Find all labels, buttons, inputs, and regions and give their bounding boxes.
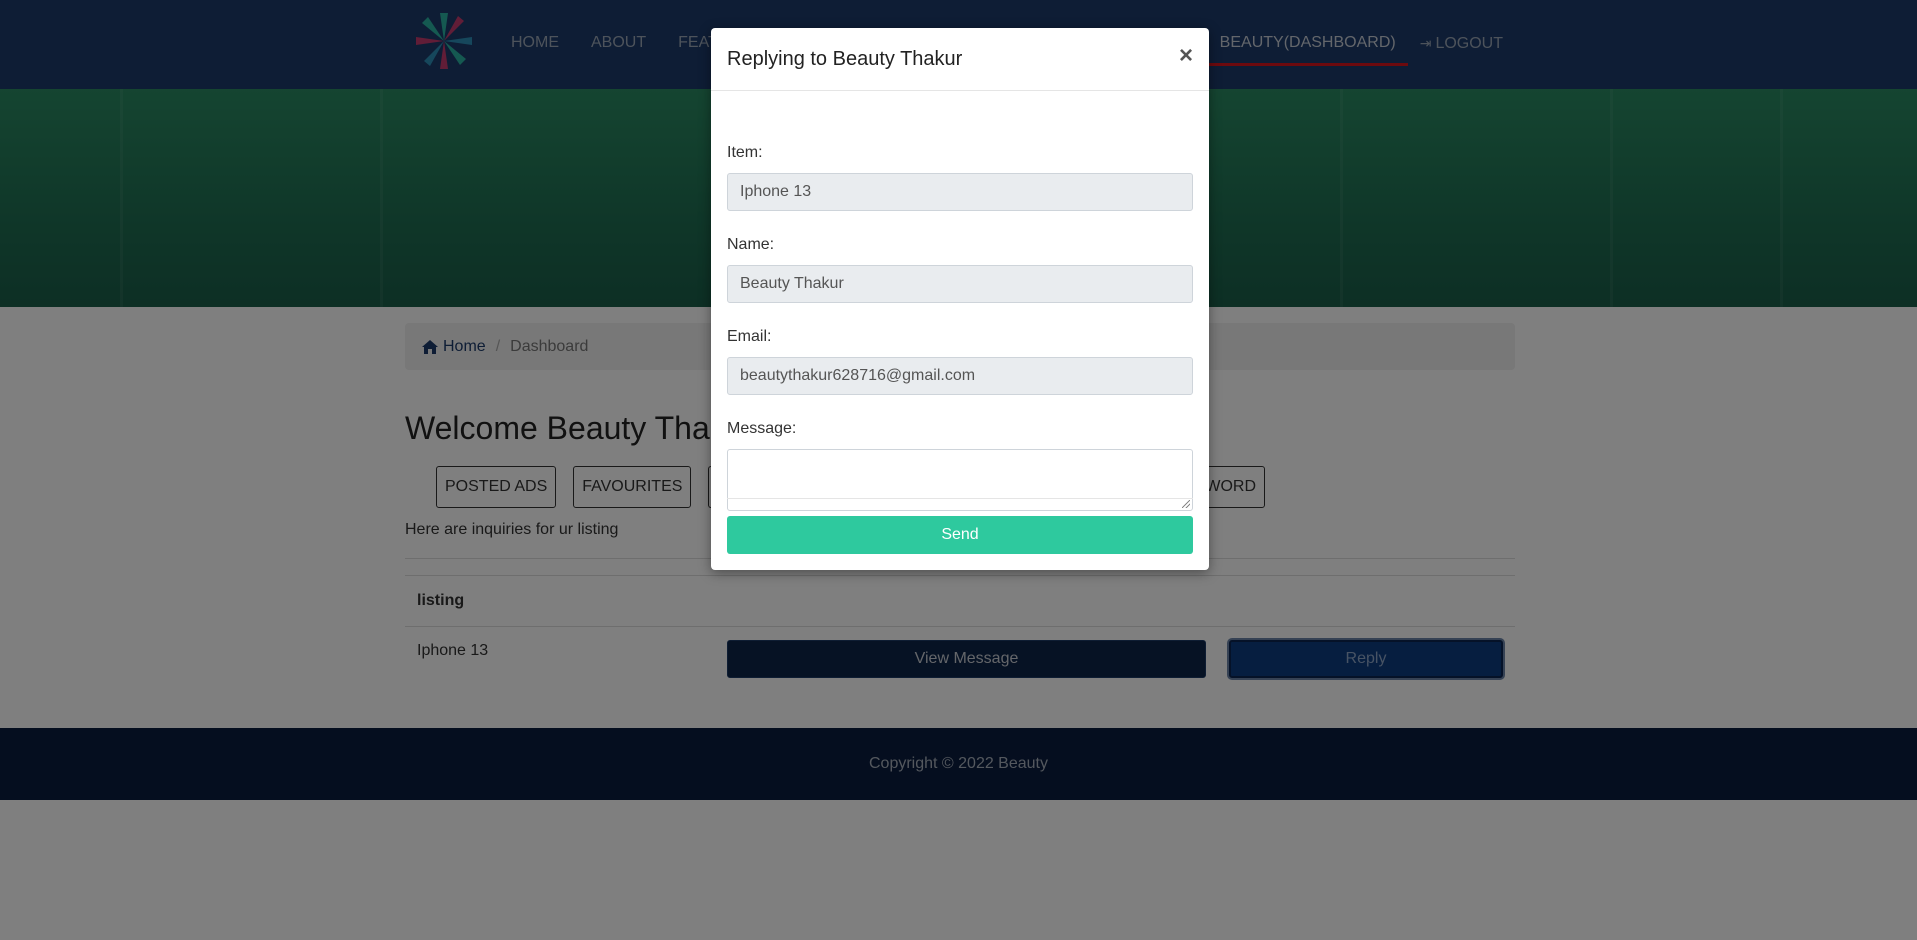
reply-modal: Replying to Beauty Thakur × Item: Iphone… [711, 28, 1209, 570]
modal-header: Replying to Beauty Thakur × [711, 28, 1209, 91]
message-label: Message: [727, 420, 797, 437]
send-button[interactable]: Send [727, 516, 1193, 554]
item-field[interactable]: Iphone 13 [727, 173, 1193, 211]
resize-grip-icon[interactable] [1182, 500, 1190, 508]
modal-title: Replying to Beauty Thakur [727, 48, 963, 70]
close-icon[interactable]: × [1179, 42, 1193, 70]
email-label: Email: [727, 328, 772, 345]
name-label: Name: [727, 236, 775, 253]
email-field[interactable]: beautythakur628716@gmail.com [727, 357, 1193, 395]
message-textarea[interactable] [727, 449, 1193, 511]
divider [727, 498, 1193, 499]
item-label: Item: [727, 144, 763, 161]
name-field[interactable]: Beauty Thakur [727, 265, 1193, 303]
